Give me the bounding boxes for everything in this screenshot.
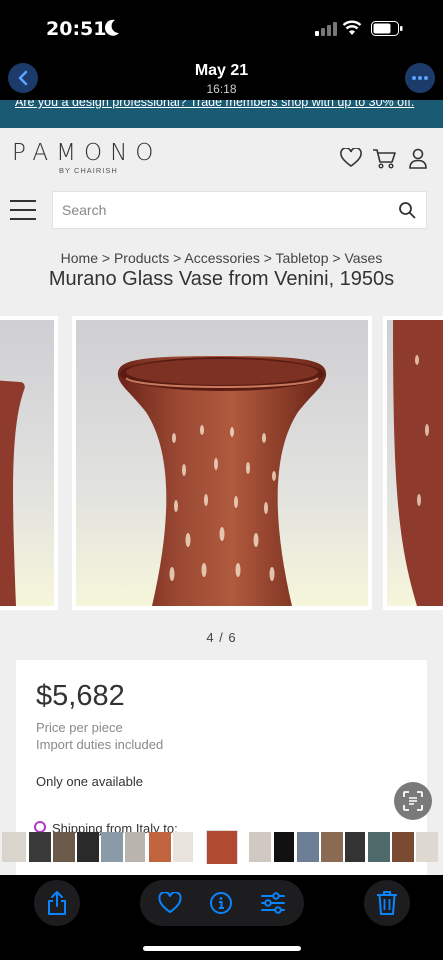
more-button[interactable] (405, 63, 435, 93)
photo-thumbnail[interactable] (149, 832, 171, 862)
photo-thumbnail[interactable] (173, 832, 193, 862)
photo-thumbnail[interactable] (77, 832, 99, 862)
ellipsis-icon (412, 76, 416, 80)
wifi-icon (342, 20, 362, 35)
sliders-icon[interactable] (260, 892, 286, 914)
photo-thumbnail[interactable] (368, 832, 390, 862)
availability: Only one available (36, 774, 143, 789)
slide-counter: 4 / 6 (206, 630, 237, 645)
hamburger-icon (10, 200, 36, 202)
brand-logo[interactable]: PAMONO (12, 140, 161, 166)
cart-icon[interactable] (372, 148, 396, 170)
price: $5,682 (36, 680, 125, 712)
photo-thumbnail[interactable] (2, 832, 26, 862)
carousel-slide-current[interactable] (72, 316, 372, 610)
price-unit: Price per piece (36, 720, 123, 735)
vase-image (76, 320, 368, 606)
photo-thumbnail[interactable] (29, 832, 51, 862)
photo-thumbnail[interactable] (274, 832, 294, 862)
header-date: May 21 (194, 62, 249, 79)
vase-image (0, 320, 54, 606)
search-input[interactable] (62, 202, 382, 218)
promo-text[interactable]: Are you a design professional? Trade mem… (15, 100, 425, 110)
product-title: Murano Glass Vase from Venini, 1950s (48, 268, 395, 290)
photo-thumbnail[interactable] (416, 832, 438, 862)
web-page: Are you a design professional? Trade mem… (0, 100, 443, 875)
promo-banner[interactable]: Are you a design professional? Trade mem… (0, 100, 443, 128)
center-action-pill (140, 880, 304, 926)
info-icon[interactable] (209, 891, 233, 915)
search-box[interactable] (52, 191, 427, 229)
trash-icon (377, 891, 397, 915)
share-button[interactable] (34, 880, 80, 926)
status-time: 20:51 (46, 18, 107, 40)
signal-icon (315, 22, 337, 36)
header-time: 16:18 (206, 82, 237, 96)
hamburger-menu-button[interactable] (10, 200, 36, 222)
vase-image (387, 320, 443, 606)
import-duties-note: Import duties included (36, 737, 164, 752)
photo-thumbnail[interactable] (345, 832, 365, 862)
user-icon[interactable] (408, 148, 428, 170)
battery-icon (371, 21, 403, 36)
photo-thumbnail[interactable] (249, 832, 271, 862)
photo-thumbnail[interactable] (125, 832, 145, 862)
delete-button[interactable] (364, 880, 410, 926)
thumbnail-strip[interactable] (0, 830, 443, 864)
photo-thumbnail[interactable] (392, 832, 414, 862)
photo-thumbnail[interactable] (297, 832, 319, 862)
breadcrumb[interactable]: Home > Products > Accessories > Tabletop… (0, 250, 443, 266)
visual-lookup-icon (403, 791, 423, 811)
share-icon (48, 891, 66, 915)
home-indicator (143, 946, 301, 951)
carousel-slide-next[interactable] (383, 316, 443, 610)
carousel-slide-previous[interactable] (0, 316, 58, 610)
heart-icon[interactable] (340, 148, 362, 168)
search-icon[interactable] (398, 201, 416, 219)
photo-thumbnail[interactable] (101, 832, 123, 862)
photo-thumbnail[interactable] (53, 832, 75, 862)
photo-thumbnail[interactable] (321, 832, 343, 862)
heart-icon[interactable] (158, 892, 182, 914)
brand-sub: BY CHAIRISH (59, 166, 118, 175)
moon-icon (104, 19, 119, 36)
visual-lookup-button[interactable] (394, 782, 432, 820)
photo-thumbnail-current[interactable] (206, 830, 238, 864)
